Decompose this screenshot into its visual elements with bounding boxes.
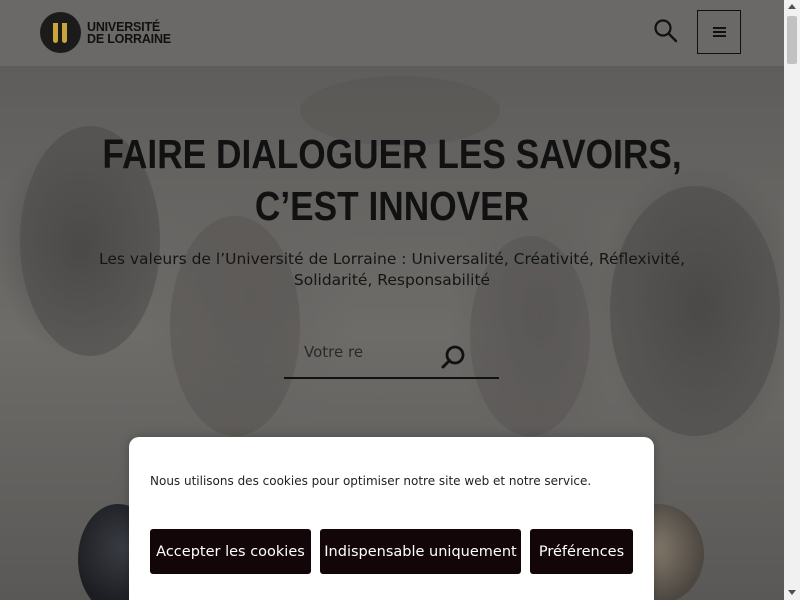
scroll-down-arrow-icon[interactable] xyxy=(788,590,796,595)
hero-title-line-1: FAIRE DIALOGUER LES SAVOIRS, xyxy=(102,131,682,177)
cookie-banner: Nous utilisons des cookies pour optimise… xyxy=(129,437,654,600)
hero-search xyxy=(284,334,499,379)
search-icon xyxy=(441,345,465,369)
hamburger-menu-icon xyxy=(712,31,726,33)
scroll-up-arrow-icon[interactable] xyxy=(788,4,796,9)
search-icon xyxy=(654,19,678,43)
hero-title: FAIRE DIALOGUER LES SAVOIRS, C’EST INNOV… xyxy=(55,128,729,232)
hero-search-submit[interactable] xyxy=(441,344,465,369)
cookie-message: Nous utilisons des cookies pour optimise… xyxy=(150,474,592,488)
hero-subtitle-line-1: Les valeurs de l’Université de Lorraine … xyxy=(98,250,686,268)
scroll-thumb[interactable] xyxy=(787,16,797,64)
hero-subtitle: Les valeurs de l’Université de Lorraine … xyxy=(70,249,714,291)
logo-text: UNIVERSITÉ DE LORRAINE xyxy=(87,19,171,46)
preferences-button[interactable]: Préférences xyxy=(530,529,633,574)
menu-button[interactable] xyxy=(697,10,741,54)
university-logo[interactable]: UNIVERSITÉ DE LORRAINE xyxy=(40,12,171,53)
logo-line-2: DE LORRAINE xyxy=(87,31,171,46)
hero-search-input[interactable] xyxy=(304,338,374,366)
hero-subtitle-line-2: Solidarité, Responsabilité xyxy=(293,271,491,289)
accept-cookies-button[interactable]: Accepter les cookies xyxy=(150,529,311,574)
essential-only-button[interactable]: Indispensable uniquement xyxy=(320,529,521,574)
logo-mark xyxy=(40,12,81,53)
logo-line-1: UNIVERSITÉ xyxy=(87,19,161,34)
scrollbar[interactable] xyxy=(784,0,800,600)
hero-title-line-2: C’EST INNOVER xyxy=(254,183,530,229)
header-search-button[interactable] xyxy=(653,18,679,44)
site-header: UNIVERSITÉ DE LORRAINE xyxy=(0,0,784,66)
